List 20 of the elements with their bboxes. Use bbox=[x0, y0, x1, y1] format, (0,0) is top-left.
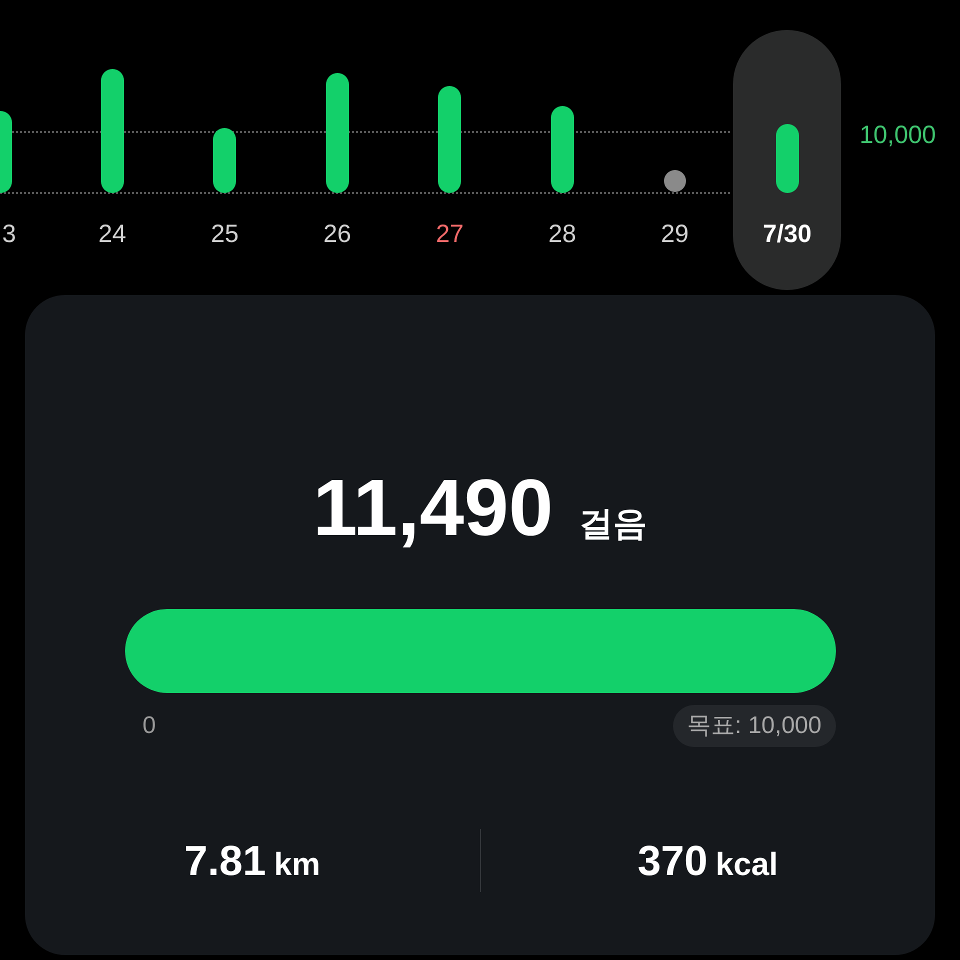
day-label: 27 bbox=[436, 219, 464, 249]
day-label: 25 bbox=[210, 219, 239, 249]
step-count: 11,490 bbox=[312, 468, 554, 548]
step-unit: 걸음 bbox=[579, 504, 648, 545]
stat-unit: kcal bbox=[716, 845, 778, 884]
stat-value: 7.81 bbox=[184, 836, 266, 886]
progress-start-label: 0 bbox=[142, 711, 156, 741]
stat-unit: km bbox=[274, 845, 320, 884]
step-bar bbox=[776, 124, 799, 193]
goal-chip: 목표: 10,000 bbox=[672, 705, 836, 747]
day-label: 24 bbox=[98, 219, 126, 249]
day-label: 28 bbox=[548, 219, 576, 249]
step-bar bbox=[213, 128, 236, 193]
goal-line-label: 10,000 bbox=[860, 120, 936, 151]
selected-day-pill[interactable]: 7/30 bbox=[733, 30, 842, 290]
day-label: 7/30 bbox=[762, 219, 812, 249]
stat-value: 370 bbox=[638, 836, 708, 886]
day-label: 26 bbox=[323, 219, 352, 249]
day-label: 29 bbox=[660, 219, 689, 249]
day-label: 3 bbox=[2, 219, 16, 249]
